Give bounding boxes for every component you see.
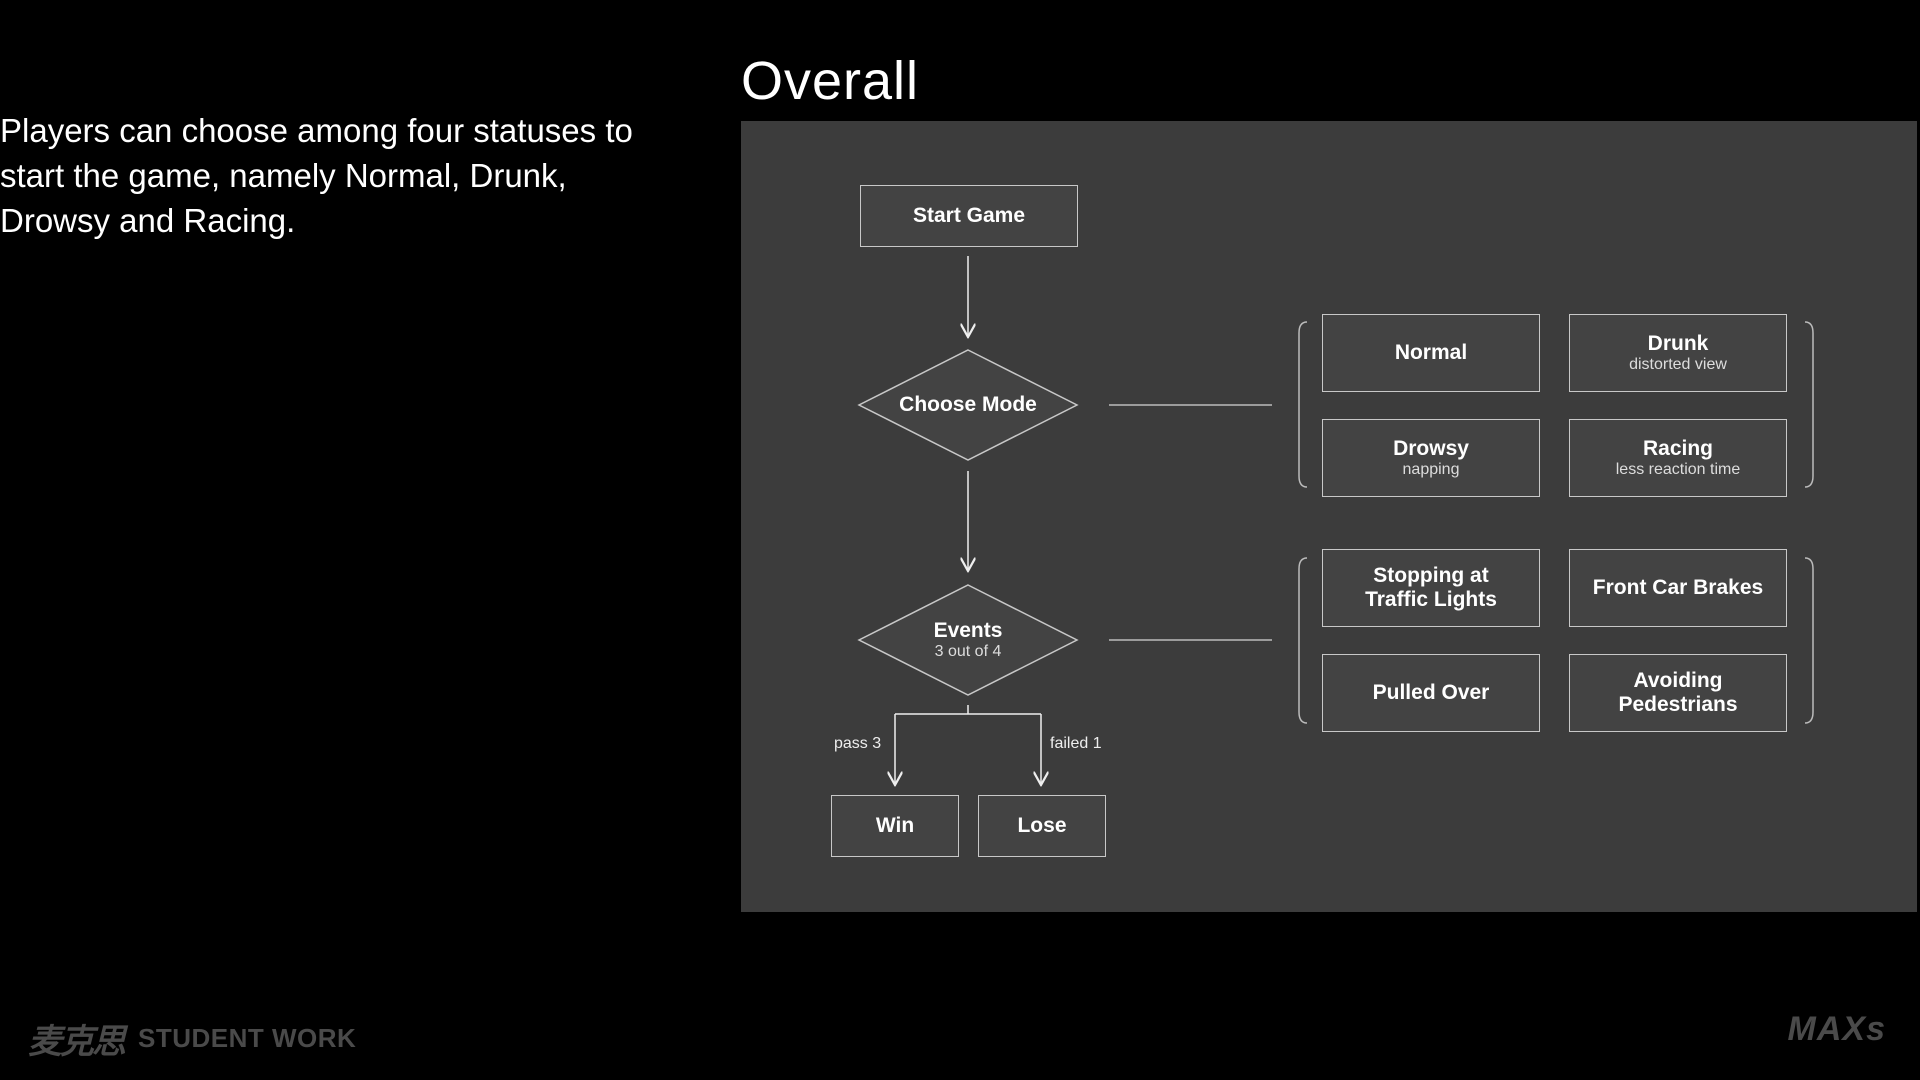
event-traffic-lights: Stopping at Traffic Lights — [1322, 549, 1540, 627]
mode-normal: Normal — [1322, 314, 1540, 392]
win-node: Win — [831, 795, 959, 857]
event-avoiding-pedestrians: Avoiding Pedestrians — [1569, 654, 1787, 732]
failed-label: failed 1 — [1050, 735, 1102, 752]
modes-bracket-left — [1298, 321, 1308, 488]
events-bracket-left — [1298, 557, 1308, 724]
start-game-node: Start Game — [860, 185, 1078, 247]
brand-logo: 麦克思 — [28, 1023, 126, 1061]
mode-drunk: Drunk distorted view — [1569, 314, 1787, 392]
event-front-car-brakes: Front Car Brakes — [1569, 549, 1787, 627]
footer-left: 麦克思 STUDENT WORK — [28, 1014, 356, 1063]
flowchart-panel: Start Game Choose Mode Events 3 out of 4… — [741, 121, 1917, 912]
choose-mode-label: Choose Mode — [899, 393, 1037, 416]
lose-node: Lose — [978, 795, 1106, 857]
pass-label: pass 3 — [834, 735, 882, 752]
event-pulled-over: Pulled Over — [1322, 654, 1540, 732]
student-work-label: STUDENT WORK — [138, 1023, 357, 1053]
events-bracket-right — [1804, 557, 1814, 724]
slide-title: Overall — [741, 51, 920, 111]
mode-racing: Racing less reaction time — [1569, 419, 1787, 497]
modes-bracket-right — [1804, 321, 1814, 488]
mode-drowsy: Drowsy napping — [1322, 419, 1540, 497]
slide-description: Players can choose among four statuses t… — [0, 112, 633, 239]
events-label: Events 3 out of 4 — [933, 619, 1003, 660]
brand-logo-right: MAXs — [1787, 1010, 1886, 1048]
